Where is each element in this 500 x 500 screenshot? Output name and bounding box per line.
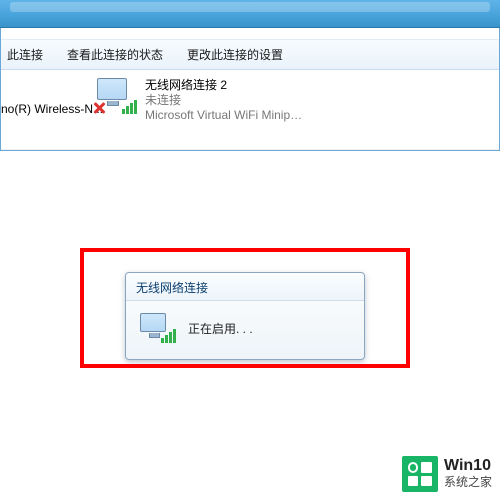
titlebar-glass xyxy=(10,2,490,12)
toolbar-disable-connection[interactable]: 此连接 xyxy=(7,46,43,63)
disconnected-x-icon xyxy=(91,100,107,116)
watermark-logo-icon xyxy=(402,456,438,492)
toolbar-view-status[interactable]: 查看此连接的状态 xyxy=(67,46,163,63)
toolbar: 此连接 查看此连接的状态 更改此连接的设置 xyxy=(1,40,499,70)
window-titlebar xyxy=(0,0,500,28)
enabling-dialog: 无线网络连接 正在启用. . . xyxy=(125,272,365,360)
dialog-body: 正在启用. . . xyxy=(126,301,364,359)
toolbar-change-settings[interactable]: 更改此连接的设置 xyxy=(187,46,283,63)
adapter-left-desc: no(R) Wireless-N... xyxy=(1,76,103,116)
adapter-item-left[interactable]: no(R) Wireless-N... xyxy=(1,70,91,149)
signal-bars-icon xyxy=(161,329,176,343)
adapter-status: 未连接 xyxy=(145,93,305,108)
dialog-title: 无线网络连接 xyxy=(126,273,364,301)
adapter-desc: Microsoft Virtual WiFi Minipor... xyxy=(145,108,305,123)
watermark-text: Win10 系统之家 xyxy=(444,458,492,490)
adapter-item-virtual-wifi[interactable]: 无线网络连接 2 未连接 Microsoft Virtual WiFi Mini… xyxy=(91,70,301,149)
watermark-bot: 系统之家 xyxy=(444,474,492,490)
wifi-adapter-icon xyxy=(95,76,139,116)
adapters-pane: no(R) Wireless-N... 无线网络连接 2 未连接 Microso… xyxy=(1,70,499,150)
wifi-adapter-icon xyxy=(138,311,178,345)
adapter-name: 无线网络连接 2 xyxy=(145,78,305,93)
adapter-text: 无线网络连接 2 未连接 Microsoft Virtual WiFi Mini… xyxy=(145,76,305,123)
window-content: 此连接 查看此连接的状态 更改此连接的设置 no(R) Wireless-N..… xyxy=(0,28,500,151)
dialog-message: 正在启用. . . xyxy=(188,320,253,337)
watermark: Win10 系统之家 xyxy=(402,456,492,492)
address-area xyxy=(1,28,499,40)
watermark-top: Win10 xyxy=(444,458,492,474)
signal-bars-icon xyxy=(122,100,137,114)
